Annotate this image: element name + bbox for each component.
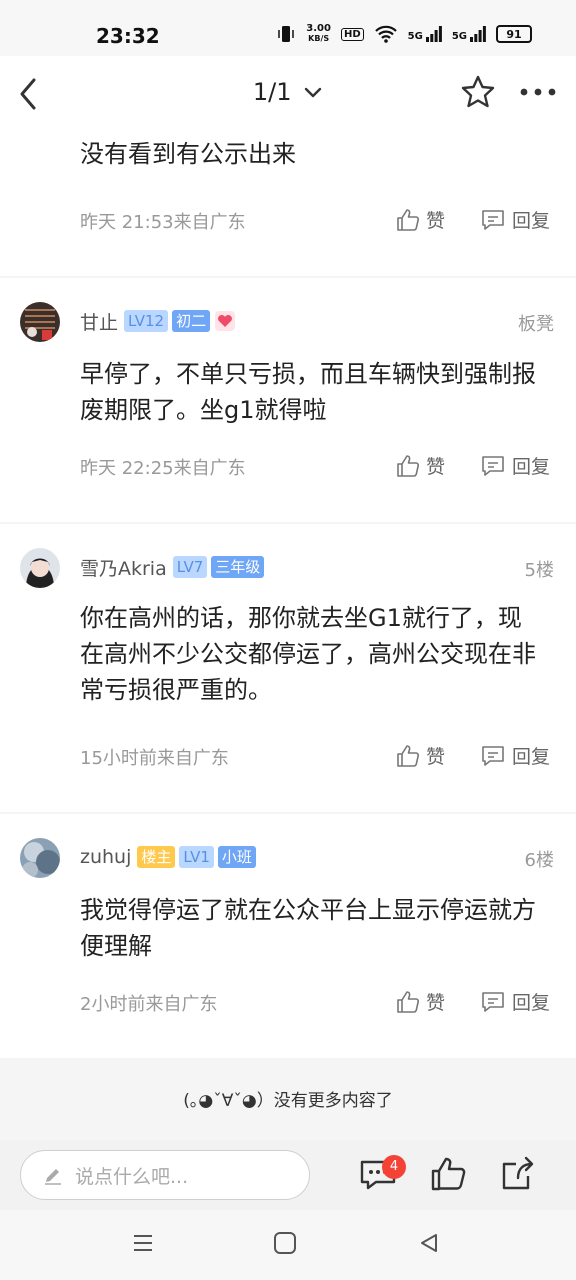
favorite-star-icon[interactable] (460, 74, 496, 110)
post-content: 你在高州的话，那你就去坐G1就行了，现在高州不少公交都停运了，高州公交现在非常亏… (80, 604, 536, 704)
post-meta: 2小时前来自广东 (80, 994, 218, 1015)
share-icon[interactable] (498, 1154, 538, 1194)
comment-icon (482, 455, 504, 476)
system-navigation-bar (0, 1210, 576, 1280)
post-meta: 昨天 22:25来自广东 (80, 458, 246, 479)
thumbs-up-icon (397, 744, 420, 767)
nav-back-icon[interactable] (418, 1232, 440, 1254)
post-content: 早停了，不单只亏损，而且车辆快到强制报废期限了。坐g1就得啦 (80, 360, 536, 424)
home-icon[interactable] (272, 1230, 298, 1256)
username[interactable]: 雪乃Akria (80, 554, 167, 581)
thumbs-up-icon (397, 208, 420, 231)
thumbs-up-icon (397, 990, 420, 1013)
like-label: 赞 (426, 992, 446, 1014)
like-action[interactable]: 赞 (396, 988, 445, 1015)
avatar[interactable] (20, 302, 60, 342)
level-badge: LV1 (179, 846, 214, 868)
top-navigation: 1/1 (0, 56, 576, 132)
end-of-content-message: (｡◕ˇ∀ˇ◕）没有更多内容了 (183, 1091, 393, 1111)
post-meta: 15小时前来自广东 (80, 748, 229, 769)
user-row: 雪乃Akria LV7 三年级 (80, 554, 268, 580)
page-indicator-text: 1/1 (252, 78, 292, 106)
post-reply-1: 没有看到有公示出来 昨天 21:53来自广东 赞 回复 (0, 132, 576, 276)
user-row: zuhuj 楼主 LV1 小班 (80, 844, 260, 870)
like-label: 赞 (426, 456, 446, 478)
comment-icon (482, 745, 504, 766)
pencil-icon (45, 1169, 61, 1185)
reply-label: 回复 (512, 456, 551, 478)
chevron-down-icon (304, 87, 322, 98)
reply-action[interactable]: 回复 (480, 988, 550, 1015)
battery-indicator: 91 (496, 25, 532, 43)
heart-badge-icon (215, 311, 236, 331)
status-icons: 3.00 KB/S HD 5G 5G 91 (276, 24, 532, 44)
username[interactable]: zuhuj (80, 846, 131, 868)
vibrate-icon (278, 26, 295, 42)
reply-action[interactable]: 回复 (480, 452, 550, 479)
reply-action[interactable]: 回复 (480, 742, 550, 769)
hd-icon: HD (340, 27, 364, 41)
post-content: 没有看到有公示出来 (80, 140, 296, 168)
avatar[interactable] (20, 548, 60, 588)
grade-badge: 三年级 (211, 556, 265, 578)
host-badge: 楼主 (137, 846, 176, 868)
more-options-icon[interactable] (518, 86, 558, 98)
wifi-icon (374, 25, 397, 43)
menu-icon[interactable] (132, 1232, 154, 1254)
level-badge: LV12 (124, 310, 169, 332)
floor-label: 6楼 (524, 850, 554, 871)
post-reply-3: 雪乃Akria LV7 三年级 5楼 你在高州的话，那你就去坐G1就行了，现在高… (0, 524, 576, 812)
level-badge: LV7 (172, 556, 208, 578)
status-time: 23:32 (96, 24, 160, 48)
status-bar: 23:32 3.00 KB/S HD 5G 5G 91 (0, 0, 576, 56)
thumbs-up-icon[interactable] (428, 1154, 468, 1194)
comment-icon (482, 209, 504, 230)
post-meta: 昨天 21:53来自广东 (80, 212, 246, 233)
reply-label: 回复 (512, 992, 551, 1014)
signal-5g-2: 5G (452, 26, 486, 42)
like-action[interactable]: 赞 (396, 742, 445, 769)
thumbs-up-icon (397, 454, 420, 477)
network-speed: 3.00 KB/S (306, 23, 331, 44)
like-label: 赞 (426, 210, 446, 232)
floor-label: 5楼 (524, 560, 554, 581)
reply-label: 回复 (512, 746, 551, 768)
bottom-action-bar: 说点什么吧... (0, 1140, 576, 1210)
post-reply-4: zuhuj 楼主 LV1 小班 6楼 我觉得停运了就在公众平台上显示停运就方便理… (0, 814, 576, 1058)
avatar[interactable] (20, 838, 60, 878)
reply-action[interactable]: 回复 (480, 206, 550, 233)
floor-label: 板凳 (518, 314, 554, 335)
post-content: 我觉得停运了就在公众平台上显示停运就方便理解 (80, 896, 536, 960)
like-label: 赞 (426, 746, 446, 768)
comment-input[interactable]: 说点什么吧... (20, 1150, 310, 1200)
signal-5g-1: 5G (408, 26, 442, 42)
comment-input-placeholder: 说点什么吧... (75, 1165, 189, 1188)
user-row: 甘止 LV12 初二 (80, 308, 236, 334)
reply-label: 回复 (512, 210, 551, 232)
grade-badge: 初二 (172, 310, 211, 332)
like-action[interactable]: 赞 (396, 206, 445, 233)
like-action[interactable]: 赞 (396, 452, 445, 479)
grade-badge: 小班 (217, 846, 256, 868)
comment-icon (482, 991, 504, 1012)
comment-count-badge: 4 (382, 1155, 406, 1179)
post-reply-2: 甘止 LV12 初二 板凳 早停了，不单只亏损，而且车辆快到强制报废期限了。坐g… (0, 278, 576, 522)
username[interactable]: 甘止 (80, 308, 118, 335)
